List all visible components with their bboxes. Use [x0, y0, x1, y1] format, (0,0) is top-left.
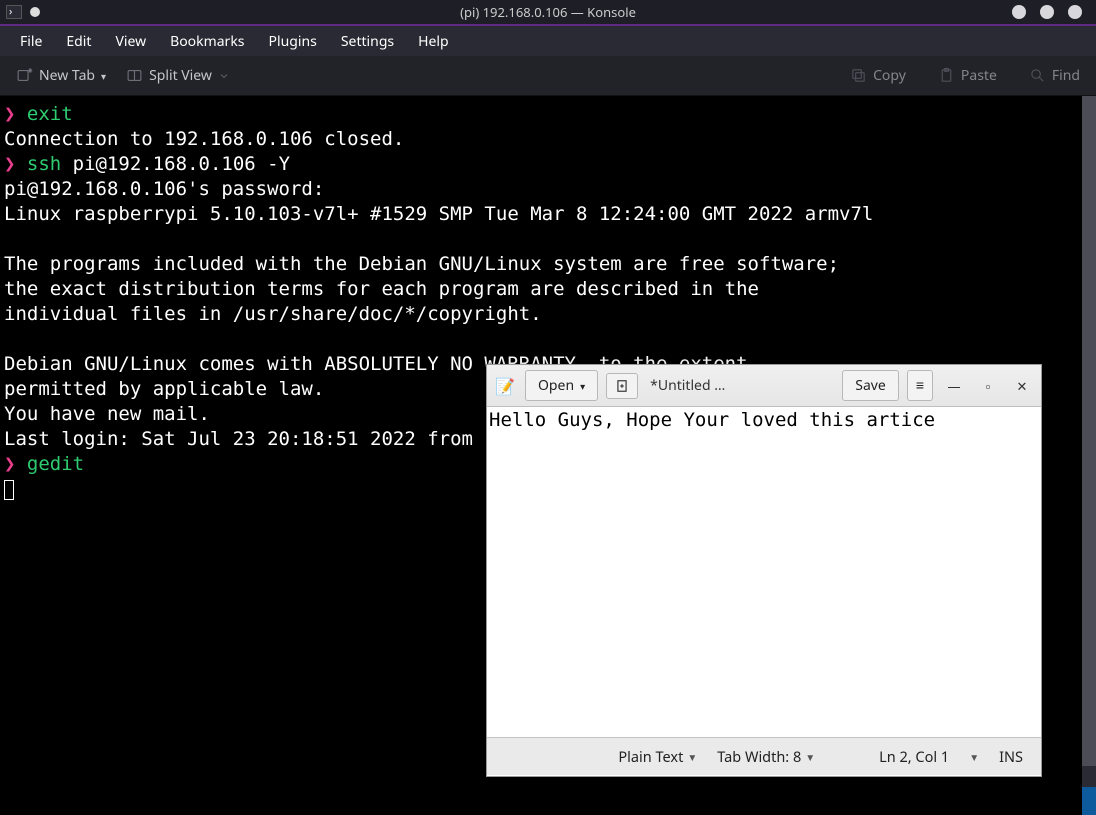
find-label: Find [1052, 66, 1080, 85]
gedit-insert-mode[interactable]: INS [991, 747, 1031, 767]
gedit-content: Hello Guys, Hope Your loved this artice [489, 409, 935, 431]
gedit-app-icon: 📝 [493, 374, 517, 398]
output-line: Linux raspberrypi 5.10.103-v7l+ #1529 SM… [4, 203, 873, 225]
scrollbar-thumb[interactable] [1082, 96, 1096, 766]
chevron-down-icon: ▾ [101, 69, 106, 83]
gedit-close-button[interactable]: ✕ [1009, 373, 1035, 399]
output-line: individual files in /usr/share/doc/*/cop… [4, 303, 542, 325]
copy-icon [850, 67, 867, 84]
split-view-icon [126, 67, 143, 84]
gedit-save-button[interactable]: Save [842, 370, 899, 401]
gedit-minimize-button[interactable]: — [941, 373, 967, 399]
gedit-open-label: Open [538, 376, 574, 395]
chevron-down-icon [218, 70, 230, 82]
output-line: Last login: Sat Jul 23 20:18:51 2022 fro… [4, 428, 507, 450]
gedit-new-tab-button[interactable] [606, 373, 638, 399]
command-text: exit [27, 103, 73, 125]
terminal-cursor [4, 480, 14, 500]
gedit-save-label: Save [855, 376, 886, 395]
find-button[interactable]: Find [1023, 62, 1086, 89]
menu-help[interactable]: Help [406, 28, 461, 55]
toolbar: New Tab ▾ Split View Copy Paste Find [0, 56, 1096, 96]
prompt-symbol: ❯ [4, 103, 15, 125]
output-line: You have new mail. [4, 403, 210, 425]
split-view-button[interactable]: Split View [120, 62, 236, 89]
gedit-maximize-button[interactable]: ▫ [975, 373, 1001, 399]
output-line: the exact distribution terms for each pr… [4, 278, 759, 300]
gedit-hamburger-button[interactable]: ≡ [907, 370, 933, 401]
gedit-statusbar: Plain Text▼ Tab Width: 8▼ Ln 2, Col 1 ▼ … [487, 737, 1041, 775]
minimize-button[interactable] [1012, 5, 1026, 19]
hamburger-icon: ≡ [916, 376, 924, 395]
close-button[interactable] [1068, 5, 1082, 19]
search-icon [1029, 67, 1046, 84]
paste-icon [938, 67, 955, 84]
new-tab-label: New Tab [39, 66, 95, 85]
paste-label: Paste [961, 66, 997, 85]
command-args: pi@192.168.0.106 -Y [61, 153, 290, 175]
menu-plugins[interactable]: Plugins [257, 28, 329, 55]
output-line: pi@192.168.0.106's password: [4, 178, 324, 200]
gedit-title: *Untitled … [646, 376, 834, 395]
app-icon [6, 5, 22, 19]
menu-view[interactable]: View [103, 28, 158, 55]
split-view-label: Split View [149, 66, 212, 85]
gedit-language-selector[interactable]: Plain Text▼ [610, 747, 705, 767]
titlebar-modified-indicator [30, 7, 40, 17]
gedit-open-button[interactable]: Open ▾ [525, 370, 598, 401]
output-line: The programs included with the Debian GN… [4, 253, 839, 275]
copy-label: Copy [873, 66, 906, 85]
titlebar: (pi) 192.168.0.106 — Konsole [0, 0, 1096, 26]
menu-settings[interactable]: Settings [329, 28, 406, 55]
terminal-scrollbar[interactable] [1082, 96, 1096, 815]
command-text: gedit [27, 453, 84, 475]
new-document-icon [615, 379, 629, 393]
gedit-cursor-position: Ln 2, Col 1 [871, 747, 957, 767]
output-line: Connection to 192.168.0.106 closed. [4, 128, 404, 150]
menu-file[interactable]: File [8, 28, 54, 55]
gedit-text-area[interactable]: Hello Guys, Hope Your loved this artice [487, 407, 1041, 737]
maximize-button[interactable] [1040, 5, 1054, 19]
menubar: File Edit View Bookmarks Plugins Setting… [0, 26, 1096, 56]
scrollbar-active-mark [1082, 787, 1096, 815]
menu-bookmarks[interactable]: Bookmarks [158, 28, 256, 55]
window-title: (pi) 192.168.0.106 — Konsole [460, 3, 636, 21]
new-tab-button[interactable]: New Tab ▾ [10, 62, 112, 89]
menu-edit[interactable]: Edit [54, 28, 103, 55]
gedit-tabwidth-selector[interactable]: Tab Width: 8▼ [709, 747, 823, 767]
gedit-headerbar[interactable]: 📝 Open ▾ *Untitled … Save ≡ — ▫ ✕ [487, 365, 1041, 407]
tab-add-icon [16, 67, 33, 84]
command-text: ssh [27, 153, 61, 175]
prompt-symbol: ❯ [4, 453, 15, 475]
output-line: permitted by applicable law. [4, 378, 324, 400]
copy-button[interactable]: Copy [844, 62, 912, 89]
gedit-window[interactable]: 📝 Open ▾ *Untitled … Save ≡ — ▫ ✕ Hello … [487, 365, 1041, 776]
chevron-down-icon: ▾ [580, 379, 585, 393]
prompt-symbol: ❯ [4, 153, 15, 175]
paste-button[interactable]: Paste [932, 62, 1003, 89]
gedit-mode-selector[interactable]: ▼ [961, 750, 987, 764]
